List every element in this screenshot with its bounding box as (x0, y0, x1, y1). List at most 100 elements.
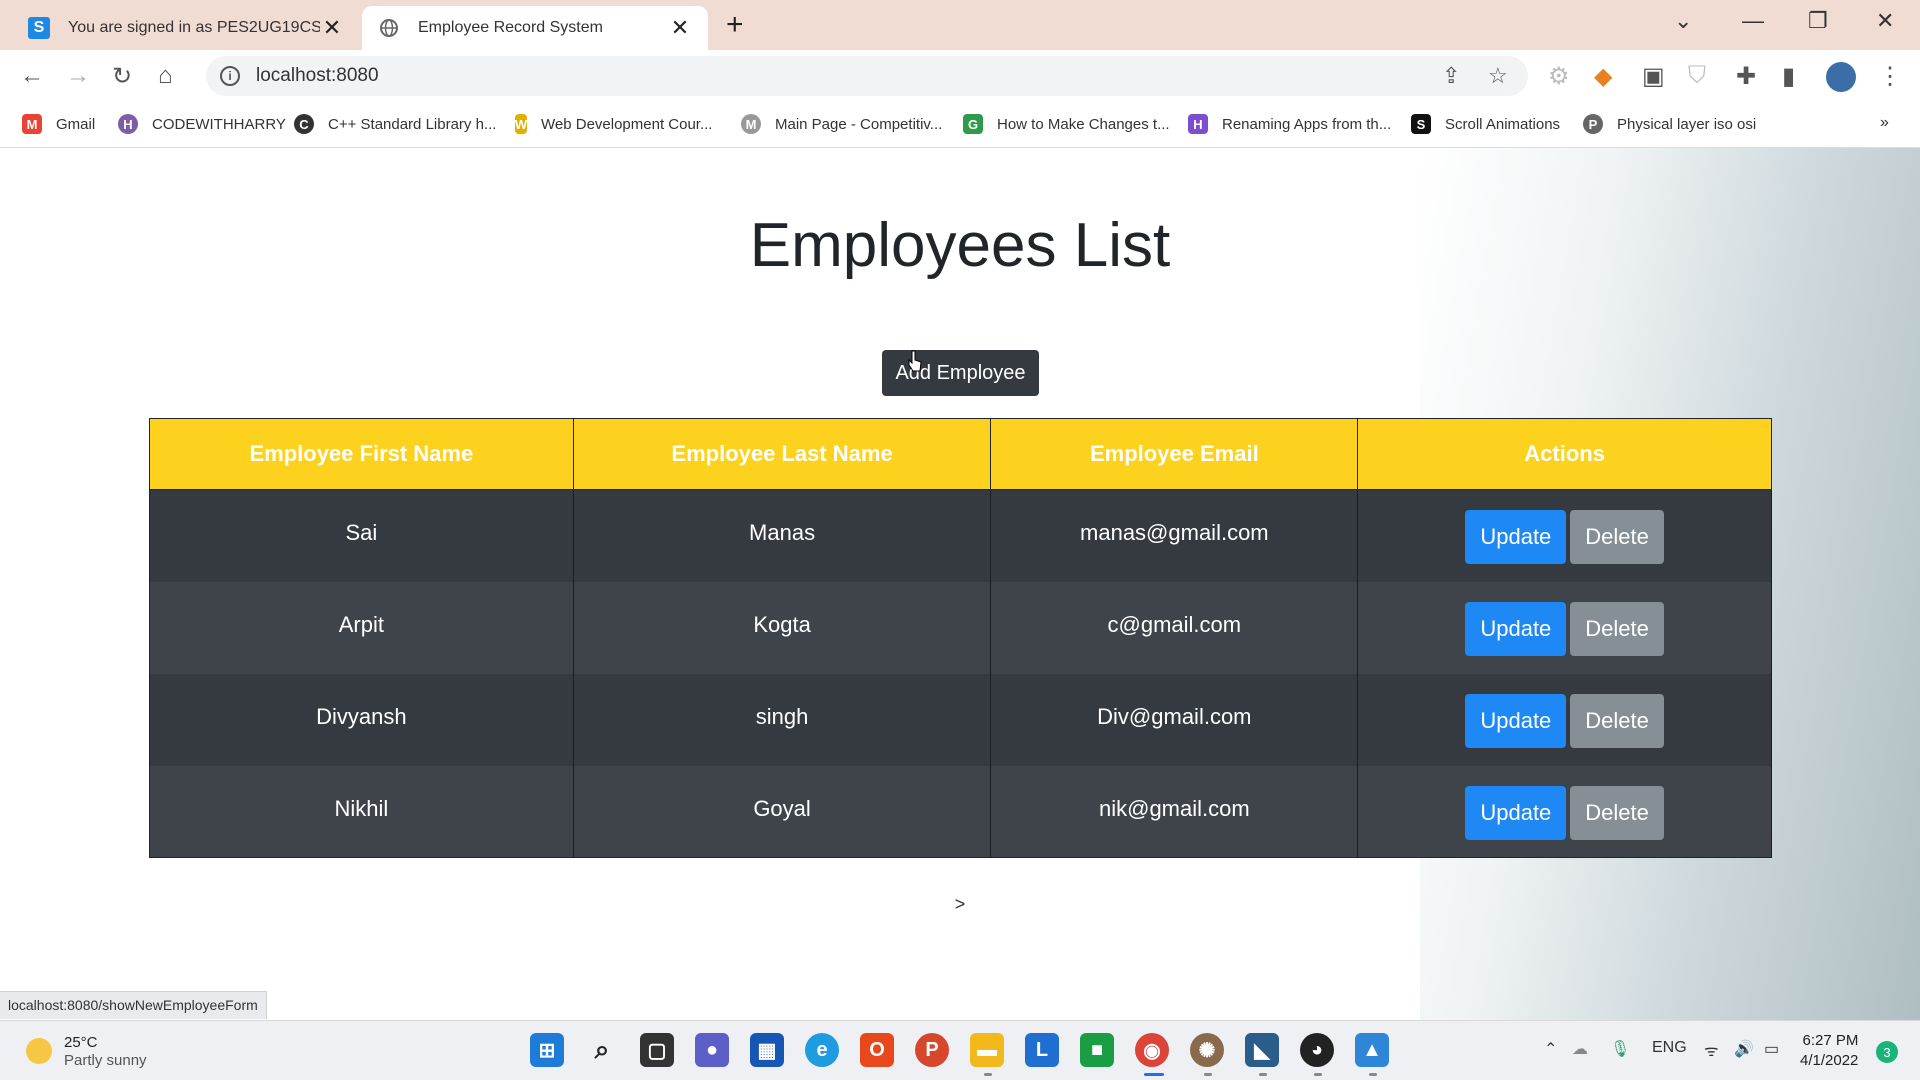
eclipse-icon[interactable]: ✺ (1190, 1033, 1224, 1067)
forward-icon[interactable]: → (66, 62, 90, 90)
weather-widget[interactable]: 25°C Partly sunny (26, 1033, 147, 1069)
cell-actions: Update Delete (1357, 581, 1772, 674)
page-title: Employees List (749, 211, 1171, 280)
edge-icon[interactable]: e (805, 1033, 839, 1067)
extension-icon[interactable]: ⚙ (1548, 62, 1570, 91)
bookmark-cpp-library[interactable]: C C++ Standard Library h... (294, 114, 496, 134)
close-icon[interactable]: ✕ (668, 15, 692, 41)
home-icon[interactable]: ⌂ (158, 62, 173, 90)
media-icon[interactable]: ▣ (1642, 62, 1665, 91)
avatar[interactable] (1826, 62, 1856, 92)
cell-last-name: singh (573, 673, 992, 766)
code-editor-icon[interactable]: ◣ (1245, 1033, 1279, 1067)
bookmark-gmail[interactable]: M Gmail (22, 114, 95, 134)
l-app-icon[interactable]: L (1025, 1033, 1059, 1067)
delete-button[interactable]: Delete (1570, 785, 1664, 840)
powerpoint-icon[interactable]: P (915, 1033, 949, 1067)
tab-employee-record-system[interactable]: Employee Record System ✕ (362, 6, 708, 50)
window-close-icon[interactable]: ✕ (1876, 8, 1894, 34)
tab-search-icon[interactable]: ⌄ (1674, 8, 1692, 34)
search-icon[interactable]: ⌕ (585, 1033, 619, 1067)
s-logo-icon: S (28, 17, 50, 39)
delete-button[interactable]: Delete (1570, 510, 1664, 564)
info-icon[interactable]: i (220, 66, 240, 86)
bookmark-web-development[interactable]: W Web Development Cour... (515, 114, 712, 134)
bookmark-main-page[interactable]: M Main Page - Competitiv... (741, 114, 942, 134)
add-employee-button[interactable]: Add Employee (882, 350, 1039, 396)
bookmark-codewithharry[interactable]: H CODEWITHHARRY (118, 114, 286, 134)
bookmark-scroll-animations[interactable]: S Scroll Animations (1411, 114, 1560, 134)
update-button[interactable]: Update (1465, 601, 1567, 656)
tab-signed-in[interactable]: S You are signed in as PES2UG19CS008 ✕ (12, 6, 360, 50)
cell-actions: Update Delete (1357, 673, 1772, 766)
bookmark-how-to-make-changes[interactable]: G How to Make Changes t... (963, 114, 1170, 134)
table-row: Sai Manas manas@gmail.com Update Delete (149, 489, 1772, 582)
microphone-icon[interactable]: 🎙 (1610, 1039, 1630, 1059)
reload-icon[interactable]: ↻ (112, 62, 132, 91)
cell-first-name: Nikhil (149, 765, 574, 858)
chat-app-icon[interactable]: ■ (1080, 1033, 1114, 1067)
volume-icon[interactable]: 🔊 (1734, 1039, 1754, 1059)
bookmarks-bar: M Gmail H CODEWITHHARRY C C++ Standard L… (0, 102, 1920, 148)
bookmark-renaming-apps[interactable]: H Renaming Apps from th... (1188, 114, 1391, 134)
cell-first-name: Sai (149, 489, 574, 582)
delete-button[interactable]: Delete (1570, 693, 1664, 748)
onedrive-icon[interactable]: ☁ (1572, 1039, 1588, 1059)
teams-chat-icon[interactable]: ● (695, 1033, 729, 1067)
shield-icon[interactable]: ⛉ (1688, 62, 1706, 90)
scroll-animations-icon: S (1411, 114, 1431, 134)
running-indicator (1259, 1073, 1267, 1076)
metamask-icon[interactable]: ◆ (1594, 62, 1612, 91)
battery-icon[interactable]: ▭ (1764, 1039, 1779, 1059)
photos-icon[interactable]: ▲ (1355, 1033, 1389, 1067)
close-icon[interactable]: ✕ (320, 15, 344, 41)
address-toolbar: ← → ↻ ⌂ i localhost:8080 ⇪ ☆ ⚙ ◆ ▣ ⛉ ✚ ▮… (0, 50, 1920, 102)
update-button[interactable]: Update (1465, 785, 1567, 840)
running-indicator (1204, 1073, 1212, 1076)
file-explorer-icon[interactable]: ▬ (970, 1033, 1004, 1067)
puzzle-icon[interactable]: ✚ (1736, 62, 1756, 91)
minimize-icon[interactable]: — (1742, 8, 1764, 34)
chevron-up-icon[interactable]: ⌃ (1544, 1039, 1557, 1059)
next-page-link[interactable]: > (0, 894, 1920, 915)
menu-icon[interactable]: ⋮ (1878, 62, 1902, 91)
clock-time: 6:27 PM (1802, 1032, 1859, 1049)
more-bookmarks-icon[interactable]: » (1880, 114, 1889, 132)
cell-last-name: Kogta (573, 581, 992, 674)
office-icon[interactable]: O (860, 1033, 894, 1067)
cell-first-name: Divyansh (149, 673, 574, 766)
renaming-icon: H (1188, 114, 1208, 134)
bookmark-star-icon[interactable]: ☆ (1488, 63, 1508, 89)
employees-table: Employee First Name Employee Last Name E… (149, 418, 1772, 858)
codewithharry-icon: H (118, 114, 138, 134)
delete-button[interactable]: Delete (1570, 601, 1664, 656)
task-view-icon[interactable]: ▢ (640, 1033, 674, 1067)
language-indicator[interactable]: ENG (1652, 1039, 1687, 1057)
restore-icon[interactable]: ❐ (1808, 8, 1828, 34)
cell-email: Div@gmail.com (990, 673, 1359, 766)
cpp-icon: C (294, 114, 314, 134)
start-icon[interactable]: ⊞ (530, 1033, 564, 1067)
bookmark-physical-layer[interactable]: P Physical layer iso osi (1583, 114, 1756, 134)
store-icon[interactable]: ▦ (750, 1033, 784, 1067)
share-icon[interactable]: ⇪ (1442, 63, 1460, 89)
wifi-icon[interactable]: ᯤ (1704, 1039, 1719, 1061)
globe-icon: P (1583, 114, 1603, 134)
web-dev-icon: W (515, 114, 527, 134)
clock[interactable]: 6:27 PM 4/1/2022 (1800, 1031, 1858, 1071)
bookmark-label: CODEWITHHARRY (152, 115, 286, 133)
back-icon[interactable]: ← (20, 62, 44, 90)
side-panel-icon[interactable]: ▮ (1782, 62, 1795, 91)
column-header-actions: Actions (1357, 418, 1772, 490)
update-button[interactable]: Update (1465, 693, 1567, 748)
chrome-icon[interactable]: ◉ (1135, 1033, 1169, 1067)
update-button[interactable]: Update (1465, 510, 1567, 564)
obs-icon[interactable]: ◕ (1300, 1033, 1334, 1067)
new-tab-icon[interactable]: + (726, 8, 744, 42)
weather-condition: Partly sunny (64, 1052, 147, 1069)
notification-badge[interactable]: 3 (1876, 1041, 1898, 1063)
tab-strip: S You are signed in as PES2UG19CS008 ✕ E… (0, 0, 1920, 50)
partly-sunny-icon (26, 1038, 52, 1064)
url-text[interactable]: localhost:8080 (256, 65, 379, 87)
address-bar[interactable]: i localhost:8080 ⇪ ☆ (206, 56, 1528, 96)
